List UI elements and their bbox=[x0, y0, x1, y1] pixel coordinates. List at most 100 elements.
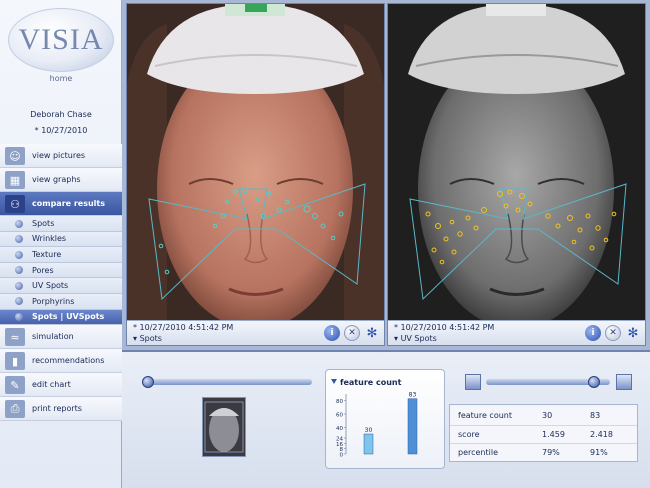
close-icon[interactable]: ✕ bbox=[344, 325, 360, 341]
result-label: Pores bbox=[32, 265, 54, 275]
y-tick-label: 16 bbox=[336, 442, 343, 448]
face-image-uv-spots[interactable] bbox=[388, 4, 645, 320]
analysis-panel: feature count 0 8 16 24 40 60 80 30 83 feature c… bbox=[122, 350, 650, 488]
stat-value-a: 79% bbox=[542, 448, 560, 457]
bar bbox=[363, 433, 374, 455]
viewer-right-mode[interactable]: ▾ UV Spots bbox=[394, 334, 437, 343]
info-icon[interactable]: i bbox=[585, 325, 601, 341]
radio-dot-icon bbox=[15, 266, 23, 275]
radio-dot-icon bbox=[15, 281, 23, 290]
face-uv-photo bbox=[388, 4, 645, 320]
result-texture[interactable]: Texture bbox=[0, 247, 122, 263]
nav-recommendations[interactable]: ▮ recommendations bbox=[0, 349, 122, 374]
image-viewers: * 10/27/2010 4:51:42 PM ▾ Spots i ✕ ✻ * … bbox=[122, 0, 650, 350]
face-profile-icon: ☺ bbox=[5, 147, 25, 165]
radio-dot-icon bbox=[15, 235, 23, 244]
result-label: Porphyrins bbox=[32, 296, 75, 306]
bar-chart-svg: 081624 40 60 80 30 83 bbox=[336, 392, 418, 459]
result-label: Spots bbox=[32, 218, 55, 228]
bar bbox=[407, 398, 418, 455]
viewer-left-buttons: i ✕ ✻ bbox=[324, 325, 380, 341]
result-spots[interactable]: Spots bbox=[0, 216, 122, 232]
products-icon: ▮ bbox=[5, 352, 25, 371]
timeline-slider-handle[interactable] bbox=[142, 376, 154, 388]
stat-label: feature count bbox=[458, 411, 512, 420]
stat-value-b: 83 bbox=[590, 411, 601, 420]
viewer-right-buttons: i ✕ ✻ bbox=[585, 325, 641, 341]
close-icon[interactable]: ✕ bbox=[605, 325, 621, 341]
viewer-left-mode[interactable]: ▾ Spots bbox=[133, 334, 162, 343]
result-label: Wrinkles bbox=[32, 234, 67, 244]
edit-pencil-icon: ✎ bbox=[5, 376, 25, 395]
viewer-right-timestamp[interactable]: * 10/27/2010 4:51:42 PM bbox=[394, 323, 494, 332]
face-image-spots[interactable] bbox=[127, 4, 384, 320]
radio-dot-icon bbox=[15, 297, 23, 306]
result-label: UV Spots bbox=[32, 281, 69, 291]
mode-label: Spots bbox=[139, 334, 162, 343]
gear-icon[interactable]: ✻ bbox=[625, 325, 641, 341]
result-uv-spots[interactable]: UV Spots bbox=[0, 278, 122, 294]
stat-value-b: 91% bbox=[590, 448, 608, 457]
result-pores[interactable]: Pores bbox=[0, 262, 122, 279]
info-icon[interactable]: i bbox=[324, 325, 340, 341]
nav-view-pictures[interactable]: ☺ view pictures bbox=[0, 144, 122, 168]
viewer-right[interactable]: * 10/27/2010 4:51:42 PM ▾ UV Spots i ✕ ✻ bbox=[387, 3, 646, 346]
bar-value-label: 30 bbox=[365, 427, 373, 434]
result-spots-uvspots[interactable]: Spots | UVSpots bbox=[0, 309, 122, 326]
result-label: Spots | UVSpots bbox=[32, 312, 105, 322]
nav-label: recommendations bbox=[32, 356, 105, 366]
viewer-right-footer: * 10/27/2010 4:51:42 PM ▾ UV Spots i ✕ ✻ bbox=[388, 320, 645, 345]
visia-logo[interactable]: VISIA bbox=[8, 8, 114, 72]
nav-label: print reports bbox=[32, 404, 82, 414]
home-link[interactable]: home bbox=[0, 74, 122, 83]
thumbnail-image bbox=[203, 398, 245, 456]
chart-title: feature count bbox=[340, 378, 402, 387]
viewer-left-timestamp[interactable]: * 10/27/2010 4:51:42 PM bbox=[133, 323, 233, 332]
bar-value-label: 83 bbox=[409, 392, 417, 399]
stat-label: score bbox=[458, 430, 480, 439]
face-thumbnail[interactable] bbox=[202, 397, 246, 457]
nav-label: view pictures bbox=[32, 151, 86, 160]
radio-dot-icon bbox=[15, 250, 23, 259]
result-wrinkles[interactable]: Wrinkles bbox=[0, 231, 122, 248]
patient-date[interactable]: * 10/27/2010 bbox=[0, 126, 122, 135]
radio-dot-icon bbox=[15, 313, 23, 322]
result-label: Texture bbox=[32, 249, 62, 259]
stat-value-b: 2.418 bbox=[590, 430, 613, 439]
table-row: percentile 79% 91% bbox=[450, 444, 637, 460]
nav-view-graphs[interactable]: ▦ view graphs bbox=[0, 168, 122, 192]
stat-value-a: 30 bbox=[542, 411, 553, 420]
timeline-slider[interactable] bbox=[142, 379, 312, 385]
viewer-left-footer: * 10/27/2010 4:51:42 PM ▾ Spots i ✕ ✻ bbox=[127, 320, 384, 345]
y-tick-label: 80 bbox=[336, 399, 343, 405]
nav-compare-results[interactable]: ⚇ compare results bbox=[0, 192, 122, 216]
table-row: feature count 30 83 bbox=[450, 407, 637, 423]
nav-print-reports[interactable]: ⎙ print reports bbox=[0, 397, 122, 422]
feature-count-chart: feature count 0 8 16 24 40 60 80 30 83 bbox=[325, 369, 445, 469]
grid-chart-icon: ▦ bbox=[5, 171, 25, 189]
nav-simulation[interactable]: ≈ simulation bbox=[0, 325, 122, 350]
y-tick-label: 60 bbox=[336, 413, 343, 419]
sidebar: VISIA home Deborah Chase * 10/27/2010 ☺ … bbox=[0, 0, 122, 488]
y-tick-label: 0 bbox=[340, 453, 344, 459]
printer-icon: ⎙ bbox=[5, 400, 25, 419]
nav-edit-chart[interactable]: ✎ edit chart bbox=[0, 373, 122, 398]
collapse-triangle-icon[interactable] bbox=[331, 379, 337, 384]
radio-dot-icon bbox=[15, 219, 23, 228]
gear-icon[interactable]: ✻ bbox=[364, 325, 380, 341]
followup-image-icon[interactable] bbox=[616, 374, 632, 390]
stat-value-a: 1.459 bbox=[542, 430, 565, 439]
table-row: score 1.459 2.418 bbox=[450, 426, 637, 442]
stats-table: feature count 30 83 score 1.459 2.418 pe… bbox=[449, 404, 638, 462]
viewer-left[interactable]: * 10/27/2010 4:51:42 PM ▾ Spots i ✕ ✻ bbox=[126, 3, 385, 346]
y-tick-label: 24 bbox=[336, 437, 343, 443]
compare-slider-handle[interactable] bbox=[588, 376, 600, 388]
morph-wave-icon: ≈ bbox=[5, 328, 25, 347]
nav-label: edit chart bbox=[32, 380, 71, 390]
patient-name: Deborah Chase bbox=[30, 110, 92, 119]
nav-label: simulation bbox=[32, 332, 74, 342]
result-porphyrins[interactable]: Porphyrins bbox=[0, 293, 122, 310]
y-tick-label: 40 bbox=[336, 426, 343, 432]
nav-label: view graphs bbox=[32, 175, 81, 184]
baseline-image-icon[interactable] bbox=[465, 374, 481, 390]
